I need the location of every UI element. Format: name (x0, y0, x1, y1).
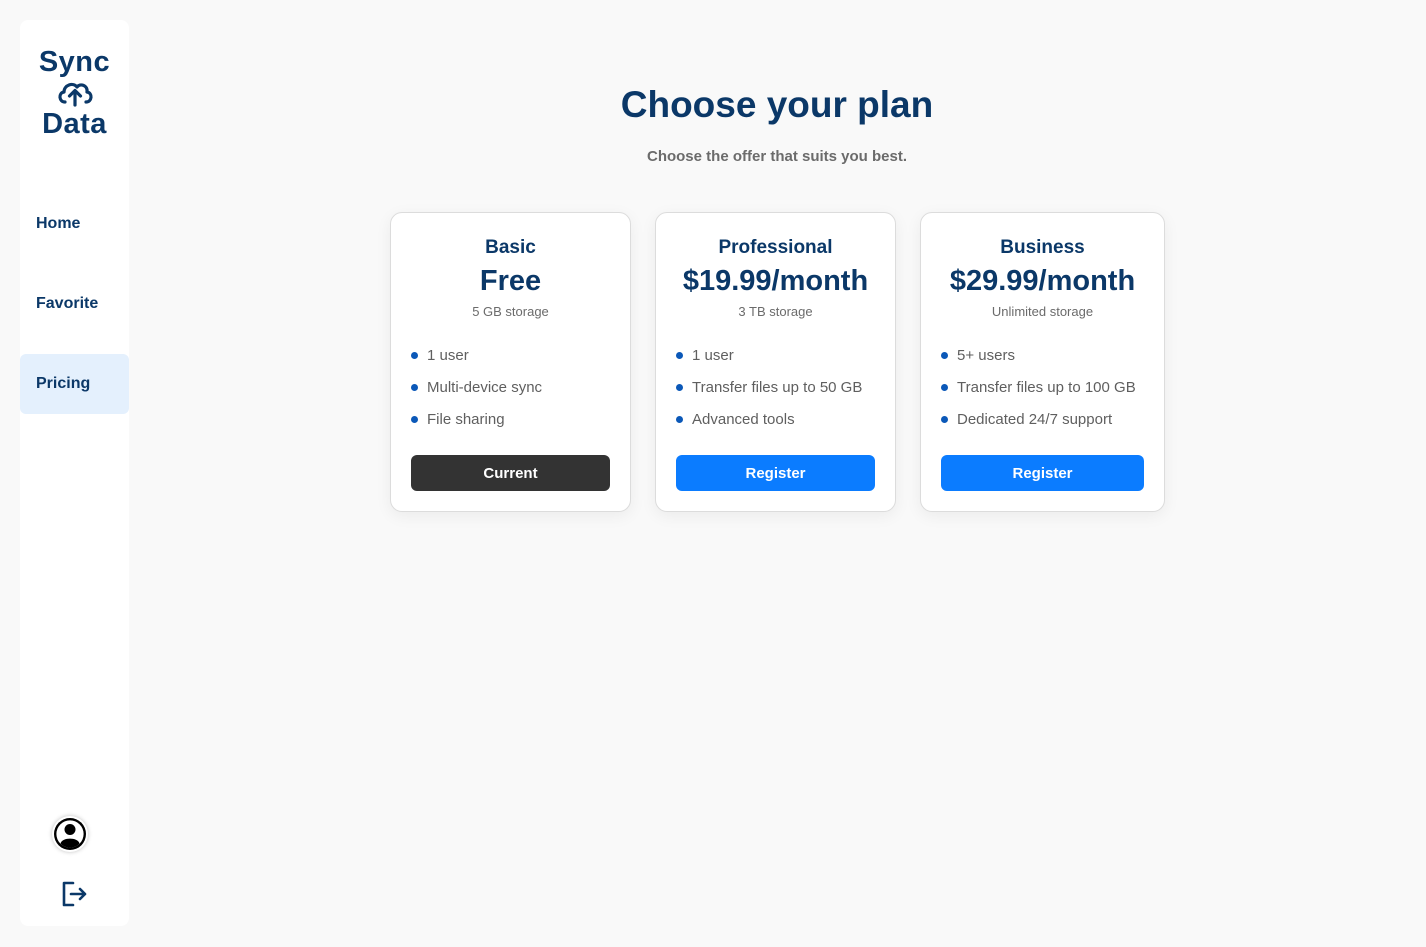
register-button-professional[interactable]: Register (676, 455, 875, 491)
plan-price: $19.99/month (682, 265, 869, 297)
plan-price: $29.99/month (949, 265, 1136, 297)
feature-item: 1 user (411, 339, 542, 371)
user-circle-icon (54, 818, 86, 850)
plan-card-business: Business $29.99/month Unlimited storage … (920, 212, 1165, 512)
feature-item: Dedicated 24/7 support (941, 403, 1136, 435)
feature-text: File sharing (427, 410, 505, 428)
feature-text: Advanced tools (692, 410, 795, 428)
register-button-business[interactable]: Register (941, 455, 1144, 491)
plan-name: Business (1000, 237, 1085, 258)
feature-text: Transfer files up to 100 GB (957, 378, 1136, 396)
feature-text: 1 user (692, 346, 734, 364)
bullet-icon (411, 383, 418, 391)
feature-item: Advanced tools (676, 403, 862, 435)
feature-list: 5+ users Transfer files up to 100 GB Ded… (941, 339, 1136, 435)
bullet-icon (676, 351, 683, 359)
bullet-icon (941, 415, 948, 423)
feature-list: 1 user Multi-device sync File sharing (411, 339, 542, 435)
plan-card-professional: Professional $19.99/month 3 TB storage 1… (655, 212, 896, 512)
avatar[interactable] (52, 816, 88, 852)
feature-item: File sharing (411, 403, 542, 435)
sidebar-item-favorite[interactable]: Favorite (20, 274, 129, 334)
bullet-icon (411, 415, 418, 423)
feature-item: 1 user (676, 339, 862, 371)
sidebar-item-home[interactable]: Home (20, 194, 129, 254)
logout-icon (62, 881, 87, 907)
plan-name: Professional (718, 237, 833, 258)
sidebar-item-pricing[interactable]: Pricing (20, 354, 129, 414)
logo-word-top: Sync (38, 46, 111, 78)
current-plan-button[interactable]: Current (411, 455, 610, 491)
bullet-icon (941, 383, 948, 391)
sidebar-item-label: Home (36, 215, 81, 232)
page-subtitle: Choose the offer that suits you best. (646, 148, 908, 165)
feature-item: Transfer files up to 50 GB (676, 371, 862, 403)
feature-text: Dedicated 24/7 support (957, 410, 1113, 428)
feature-text: 5+ users (957, 346, 1015, 364)
feature-text: Transfer files up to 50 GB (692, 378, 863, 396)
plan-storage: 3 TB storage (738, 304, 813, 319)
feature-text: Multi-device sync (427, 378, 543, 396)
plan-storage: 5 GB storage (472, 304, 549, 319)
feature-list: 1 user Transfer files up to 50 GB Advanc… (676, 339, 862, 435)
plan-name: Basic (485, 237, 536, 258)
feature-item: Transfer files up to 100 GB (941, 371, 1136, 403)
bullet-icon (676, 383, 683, 391)
page-title: Choose your plan (620, 84, 934, 125)
logout-button[interactable] (60, 880, 88, 908)
sidebar-item-label: Favorite (36, 295, 99, 312)
bullet-icon (676, 415, 683, 423)
sidebar-item-label: Pricing (36, 375, 91, 392)
feature-text: 1 user (427, 346, 469, 364)
feature-item: Multi-device sync (411, 371, 542, 403)
plan-price: Free (479, 265, 542, 297)
bullet-icon (941, 351, 948, 359)
bullet-icon (411, 351, 418, 359)
feature-item: 5+ users (941, 339, 1136, 371)
plan-storage: Unlimited storage (991, 304, 1094, 319)
plan-card-basic: Basic Free 5 GB storage 1 user Multi-dev… (390, 212, 631, 512)
